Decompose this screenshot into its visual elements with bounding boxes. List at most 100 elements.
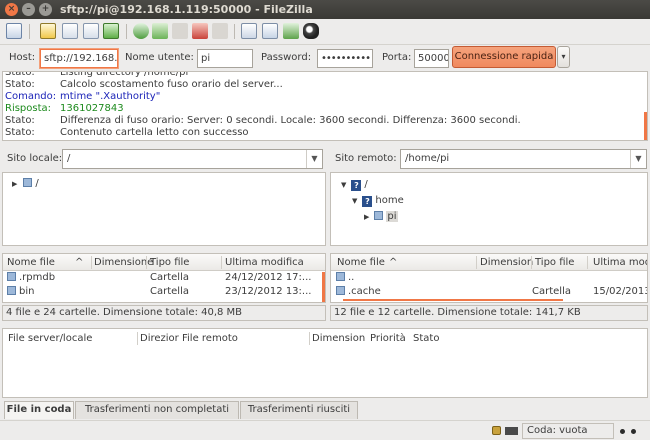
expand-arrow-icon[interactable]: ▶ bbox=[12, 180, 17, 188]
tab-queued-files[interactable]: File in coda bbox=[4, 401, 74, 419]
column-filename[interactable]: Nome file bbox=[7, 256, 55, 269]
folder-icon bbox=[336, 286, 345, 295]
minimize-window-icon[interactable]: – bbox=[22, 3, 35, 16]
chevron-down-icon[interactable]: ▼ bbox=[630, 150, 646, 168]
column-size[interactable]: Dimension bbox=[312, 332, 365, 345]
binary-icon bbox=[505, 427, 518, 435]
log-scrollbar[interactable] bbox=[644, 112, 647, 140]
column-modified[interactable]: Ultima modi bbox=[593, 256, 647, 269]
remote-status: 12 file e 12 cartelle. Dimensione totale… bbox=[330, 305, 648, 321]
column-separator bbox=[137, 332, 138, 345]
toggle-queue-icon[interactable] bbox=[103, 23, 119, 39]
collapse-arrow-icon[interactable]: ▼ bbox=[352, 197, 357, 205]
local-status: 4 file e 24 cartelle. Dimensione totale:… bbox=[2, 305, 326, 321]
sync-browse-icon[interactable] bbox=[283, 23, 299, 39]
remote-path-combobox[interactable]: /home/pi ▼ bbox=[400, 149, 647, 169]
disconnect-icon[interactable] bbox=[192, 23, 208, 39]
file-type: Cartella bbox=[150, 286, 189, 297]
table-row[interactable]: bin Cartella 23/12/2012 13:... bbox=[3, 286, 325, 299]
transfer-queue[interactable]: File server/locale Direzior File remoto … bbox=[2, 328, 648, 398]
reconnect-icon[interactable] bbox=[212, 23, 228, 39]
file-name: .. bbox=[336, 272, 354, 284]
file-name: .rpmdb bbox=[7, 272, 55, 284]
local-site-label: Sito locale: bbox=[7, 153, 63, 164]
file-type: Cartella bbox=[150, 272, 189, 283]
expand-arrow-icon[interactable]: ▶ bbox=[364, 213, 369, 221]
activity-led-icon bbox=[631, 429, 636, 434]
search-icon[interactable] bbox=[303, 23, 319, 39]
title-bar: × – + sftp://pi@192.168.1.119:50000 - Fi… bbox=[0, 0, 650, 19]
file-modified: 23/12/2012 13:... bbox=[225, 286, 312, 297]
collapse-arrow-icon[interactable]: ▼ bbox=[341, 181, 346, 189]
column-separator bbox=[309, 332, 310, 345]
column-modified[interactable]: Ultima modifica bbox=[225, 256, 304, 269]
sort-up-icon: ^ bbox=[389, 257, 398, 268]
file-modified: 15/02/2013 ... bbox=[593, 286, 648, 297]
column-remote-file[interactable]: File remoto bbox=[182, 332, 238, 345]
tree-node-root[interactable]: ▼? / bbox=[341, 179, 368, 191]
close-window-icon[interactable]: × bbox=[5, 3, 18, 16]
local-path-value: / bbox=[67, 153, 71, 164]
column-status[interactable]: Stato bbox=[413, 332, 439, 345]
message-log[interactable]: Stato: Listing directory /home/pi Stato: C… bbox=[2, 71, 648, 141]
username-label: Nome utente: bbox=[125, 52, 194, 63]
site-manager-icon[interactable] bbox=[6, 23, 22, 39]
column-separator bbox=[587, 256, 588, 269]
local-list-scrollbar[interactable] bbox=[322, 272, 325, 302]
queue-status-box: Coda: vuota bbox=[522, 423, 614, 439]
toolbar-separator bbox=[126, 24, 127, 39]
host-input[interactable]: sftp://192.168. bbox=[40, 49, 118, 68]
toggle-remote-tree-icon[interactable] bbox=[83, 23, 99, 39]
unknown-folder-icon: ? bbox=[351, 180, 362, 191]
remote-directory-tree[interactable]: ▼? / ▼? home ▶ pi bbox=[330, 172, 648, 246]
column-type[interactable]: Tipo file bbox=[535, 256, 574, 269]
column-type[interactable]: Tipo file bbox=[150, 256, 189, 269]
tab-successful-transfers[interactable]: Trasferimenti riusciti bbox=[240, 401, 358, 419]
column-priority[interactable]: Priorità bbox=[370, 332, 406, 345]
window-title: sftp://pi@192.168.1.119:50000 - FileZill… bbox=[60, 3, 313, 16]
table-row[interactable]: .. bbox=[331, 272, 647, 285]
file-modified: 24/12/2012 17:... bbox=[225, 272, 312, 283]
lock-icon bbox=[492, 426, 501, 435]
column-size[interactable]: Dimensione bbox=[94, 256, 153, 269]
password-label: Password: bbox=[261, 52, 312, 63]
queue-tabs: File in coda Trasferimenti non completat… bbox=[2, 401, 648, 419]
remote-list-hscrollbar[interactable] bbox=[343, 299, 563, 301]
remote-path-value: /home/pi bbox=[405, 153, 450, 164]
port-input[interactable]: 50000 bbox=[414, 49, 449, 68]
column-separator bbox=[476, 256, 477, 269]
cancel-icon[interactable] bbox=[172, 23, 188, 39]
username-input[interactable]: pi bbox=[197, 49, 253, 68]
column-separator bbox=[531, 256, 532, 269]
column-size[interactable]: Dimension bbox=[480, 256, 533, 269]
refresh-icon[interactable] bbox=[133, 23, 149, 39]
column-direction[interactable]: Direzior bbox=[140, 332, 179, 345]
toggle-log-icon[interactable] bbox=[40, 23, 56, 39]
column-server-local-file[interactable]: File server/locale bbox=[8, 332, 92, 345]
remote-list-header: Nome file ^ Dimension Tipo file Ultima m… bbox=[331, 254, 647, 271]
compare-icon[interactable] bbox=[262, 23, 278, 39]
tree-node-pi[interactable]: ▶ pi bbox=[364, 211, 398, 223]
remote-file-list[interactable]: Nome file ^ Dimension Tipo file Ultima m… bbox=[330, 253, 648, 303]
local-path-combobox[interactable]: / ▼ bbox=[62, 149, 323, 169]
table-row[interactable]: .rpmdb Cartella 24/12/2012 17:... bbox=[3, 272, 325, 285]
toggle-local-tree-icon[interactable] bbox=[62, 23, 78, 39]
tab-failed-transfers[interactable]: Trasferimenti non completati bbox=[75, 401, 239, 419]
tree-node-root[interactable]: ▶ / bbox=[12, 178, 39, 190]
status-bar: Coda: vuota bbox=[0, 420, 650, 440]
column-separator bbox=[221, 256, 222, 269]
table-row[interactable]: .cache Cartella 15/02/2013 ... bbox=[331, 286, 647, 299]
filter-icon[interactable] bbox=[241, 23, 257, 39]
password-input[interactable]: •••••••••• bbox=[317, 49, 373, 68]
tree-node-home[interactable]: ▼? home bbox=[352, 195, 404, 207]
column-separator bbox=[91, 256, 92, 269]
column-filename[interactable]: Nome file bbox=[337, 256, 385, 269]
local-file-list[interactable]: Nome file ^ Dimensione Tipo file Ultima … bbox=[2, 253, 326, 303]
port-label: Porta: bbox=[382, 52, 412, 63]
quickconnect-dropdown-button[interactable]: ▾ bbox=[557, 46, 570, 68]
local-directory-tree[interactable]: ▶ / bbox=[2, 172, 326, 246]
maximize-window-icon[interactable]: + bbox=[39, 3, 52, 16]
quickconnect-button[interactable]: Connessione rapida bbox=[452, 46, 556, 68]
process-queue-icon[interactable] bbox=[152, 23, 168, 39]
chevron-down-icon[interactable]: ▼ bbox=[306, 150, 322, 168]
